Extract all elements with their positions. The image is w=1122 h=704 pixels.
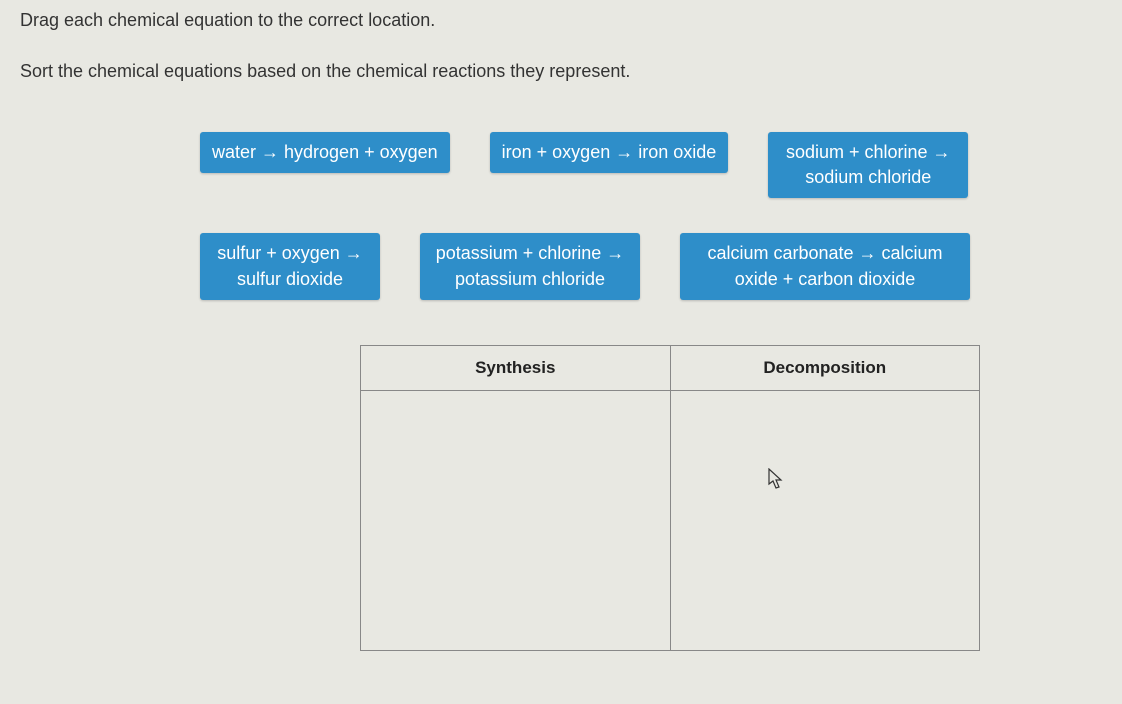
chip-calcium[interactable]: calcium carbonate → calcium oxide + carb…: [680, 233, 970, 299]
instruction-primary: Drag each chemical equation to the corre…: [20, 10, 1102, 31]
chip-iron[interactable]: iron + oxygen → iron oxide: [490, 132, 729, 173]
instruction-secondary: Sort the chemical equations based on the…: [20, 61, 1102, 82]
dropzone-synthesis[interactable]: [361, 390, 671, 650]
chips-container: water → hydrogen + oxygen iron + oxygen …: [20, 132, 1102, 300]
header-synthesis: Synthesis: [361, 345, 671, 390]
header-decomposition: Decomposition: [670, 345, 980, 390]
chips-row-2: sulfur + oxygen → sulfur dioxide potassi…: [200, 233, 1042, 299]
dropzone-decomposition[interactable]: [670, 390, 980, 650]
chip-potassium[interactable]: potassium + chlorine → potassium chlorid…: [420, 233, 640, 299]
chip-sodium[interactable]: sodium + chlorine → sodium chloride: [768, 132, 968, 198]
chips-row-1: water → hydrogen + oxygen iron + oxygen …: [200, 132, 1042, 198]
chip-water[interactable]: water → hydrogen + oxygen: [200, 132, 450, 173]
drop-table: Synthesis Decomposition: [360, 345, 980, 651]
chip-sulfur[interactable]: sulfur + oxygen → sulfur dioxide: [200, 233, 380, 299]
